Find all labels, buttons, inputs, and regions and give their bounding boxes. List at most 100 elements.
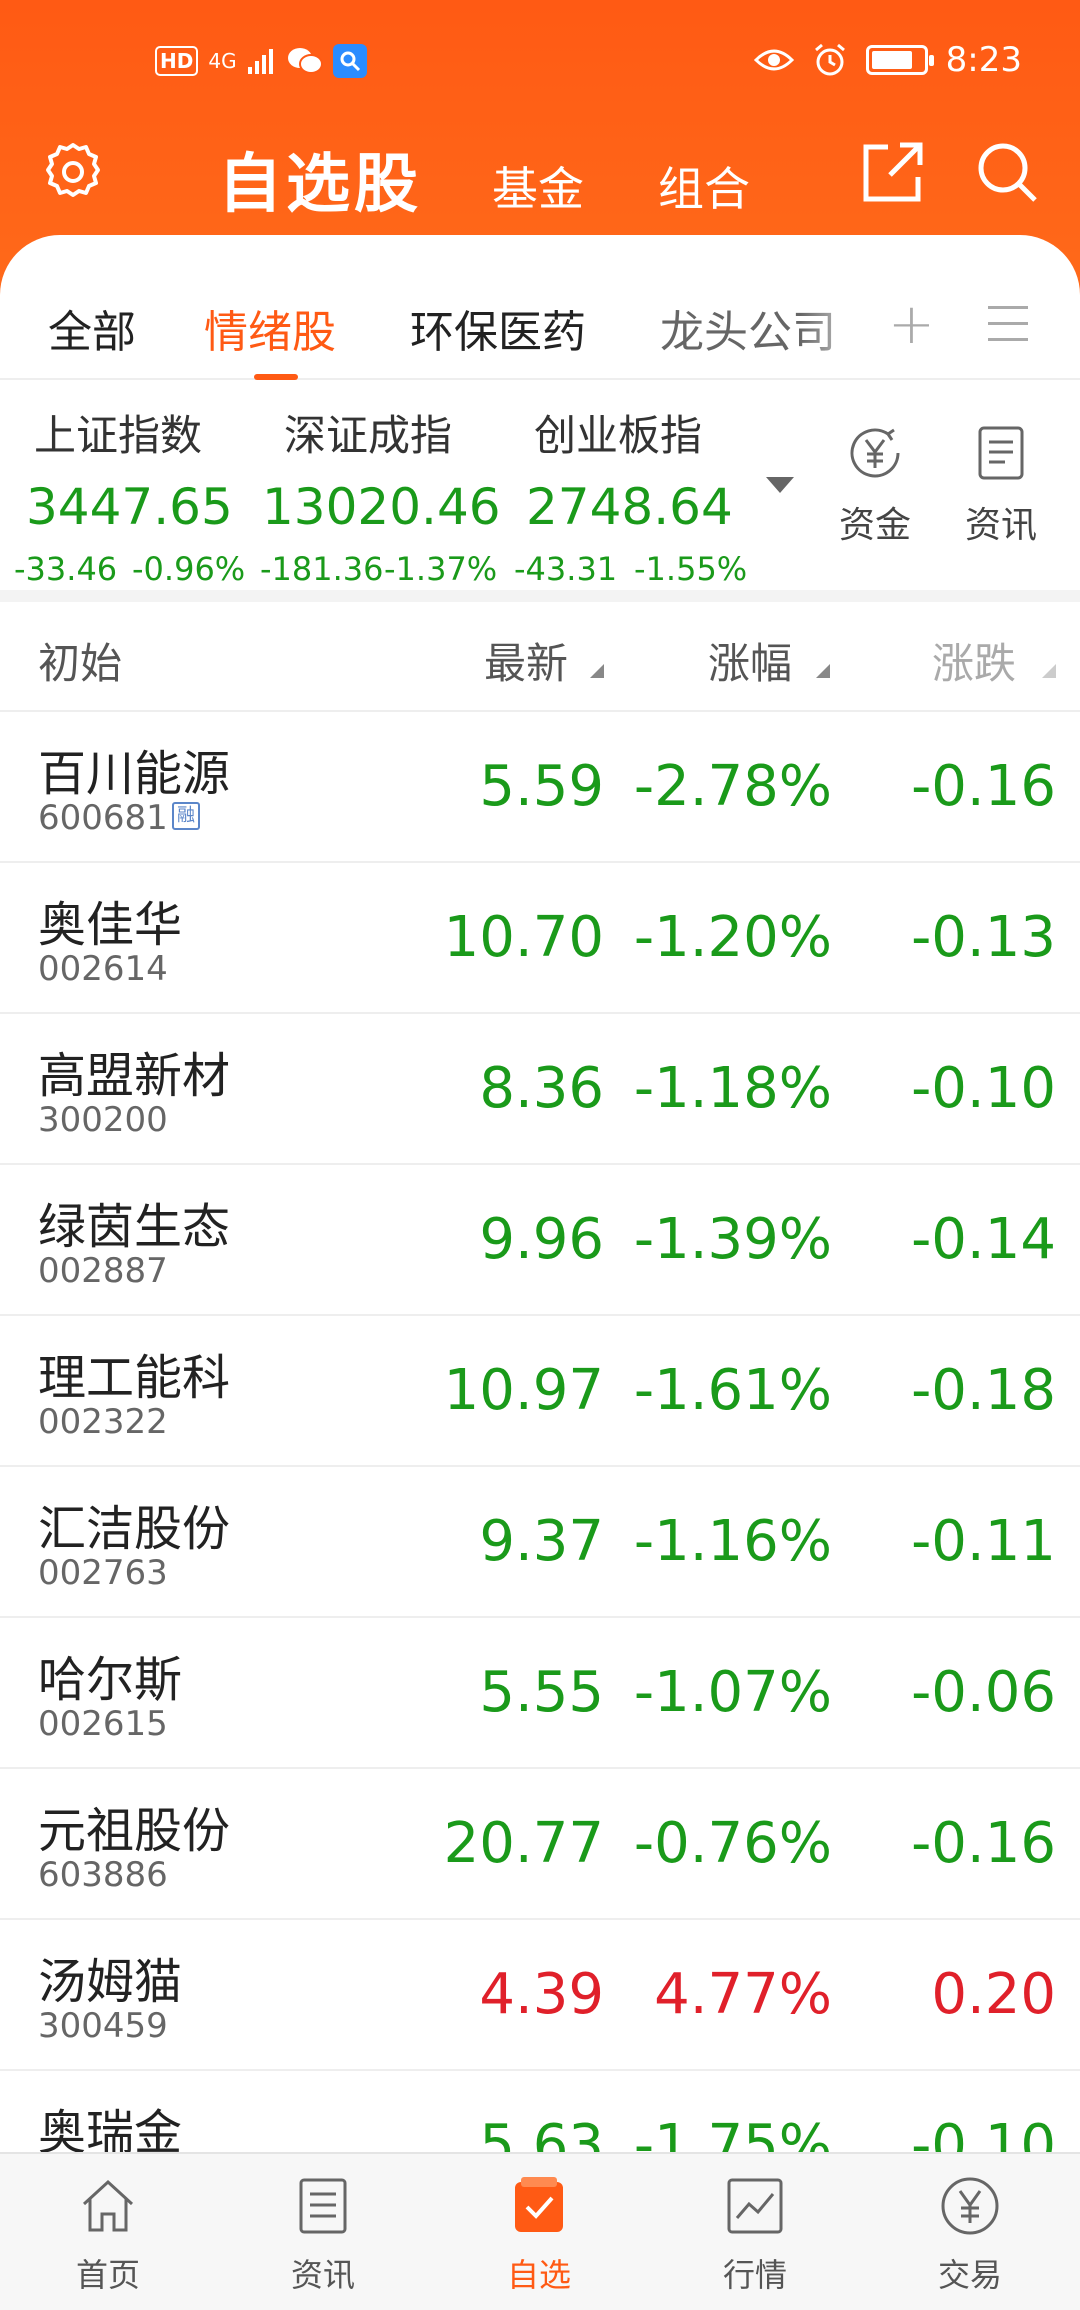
stock-name: 理工能科 <box>38 1350 231 1406</box>
funds-label: 资金 <box>838 505 911 546</box>
stock-change: -0.14 <box>911 1207 1056 1272</box>
stock-change-pct: -1.61% <box>633 1358 832 1423</box>
stock-price: 10.70 <box>443 905 604 970</box>
stock-row[interactable]: 汇洁股份 002763 9.37 -1.16% -0.11 <box>0 1467 1080 1618</box>
index-panel: 上证指数 3447.65 -33.46 -0.96% 深证成指 13020.46… <box>0 382 1080 592</box>
stock-name: 哈尔斯 <box>38 1652 183 1708</box>
share-icon[interactable] <box>858 137 928 207</box>
news-label: 资讯 <box>964 505 1037 546</box>
col-change[interactable]: 涨跌 <box>932 630 1016 691</box>
index-change: -181.36 <box>260 550 384 588</box>
settings-gear-icon[interactable] <box>40 139 106 205</box>
stock-row[interactable]: 汤姆猫 300459 4.39 4.77% 0.20 <box>0 1920 1080 2071</box>
stock-name: 高盟新材 <box>38 1048 231 1104</box>
nav-watchlist[interactable]: 自选 <box>479 2174 599 2296</box>
news-button[interactable]: 资讯 <box>956 422 1046 548</box>
document-icon <box>978 426 1024 480</box>
battery-icon <box>865 45 934 75</box>
funds-button[interactable]: 资金 <box>830 422 920 548</box>
hd-badge: HD <box>155 46 199 76</box>
col-change-pct[interactable]: 涨幅 <box>708 630 792 691</box>
stock-row[interactable]: 理工能科 002322 10.97 -1.61% -0.18 <box>0 1316 1080 1467</box>
status-left: HD 4G <box>155 44 367 78</box>
index-name: 上证指数 <box>34 411 203 460</box>
stock-change: -0.16 <box>911 1811 1056 1876</box>
index-value: 2748.64 <box>526 478 733 536</box>
stock-change: -0.06 <box>911 1660 1056 1725</box>
stock-row[interactable]: 哈尔斯 002615 5.55 -1.07% -0.06 <box>0 1618 1080 1769</box>
stock-price: 9.37 <box>479 1509 604 1574</box>
nav-label: 行情 <box>722 2256 787 2294</box>
stock-name: 奥佳华 <box>38 897 183 953</box>
nav-home[interactable]: 首页 <box>48 2174 168 2296</box>
status-bar: HD 4G 8:23 <box>0 0 1080 125</box>
stock-change: -0.18 <box>911 1358 1056 1423</box>
stock-price: 4.39 <box>479 1962 604 2027</box>
stock-change-pct: 4.77% <box>654 1962 832 2027</box>
tab-portfolio[interactable]: 组合 <box>658 153 750 219</box>
bottom-nav: 首页 资讯 自选 行情 交易 <box>0 2152 1080 2310</box>
stock-row[interactable]: 高盟新材 300200 8.36 -1.18% -0.10 <box>0 1014 1080 1165</box>
stock-change-pct: -1.07% <box>633 1660 832 1725</box>
index-change: -33.46 <box>14 550 118 588</box>
group-tab-all[interactable]: 全部 <box>48 296 136 360</box>
signal-icon <box>247 49 273 74</box>
stock-change: -0.10 <box>911 1056 1056 1121</box>
add-group-icon[interactable]: + <box>888 292 935 357</box>
index-name: 深证成指 <box>284 411 453 460</box>
page-title[interactable]: 自选股 <box>218 133 422 225</box>
stock-code: 002763 <box>38 1553 168 1593</box>
index-value: 3447.65 <box>26 478 233 536</box>
col-latest[interactable]: 最新 <box>484 630 568 691</box>
stock-change: 0.20 <box>931 1962 1056 2027</box>
stock-price: 9.96 <box>479 1207 604 1272</box>
stock-change: -0.11 <box>911 1509 1056 1574</box>
status-right: 8:23 <box>753 40 1022 80</box>
column-header: 初始 最新 涨幅 涨跌 <box>0 602 1080 712</box>
stock-code: 600681 <box>38 798 168 838</box>
nav-market[interactable]: 行情 <box>695 2174 815 2296</box>
top-nav: 自选股 基金 组合 <box>0 125 1080 235</box>
sort-indicator-icon <box>816 664 830 678</box>
stock-code: 002615 <box>38 1704 168 1744</box>
index-change: -43.31 <box>514 550 618 588</box>
group-tabs: 全部 情绪股 环保医药 龙头公司 + <box>0 270 1080 380</box>
col-name-sort[interactable]: 初始 <box>38 630 122 691</box>
news-icon <box>299 2178 347 2234</box>
expand-indices-icon[interactable] <box>766 477 794 493</box>
network-type: 4G <box>208 49 237 73</box>
group-tab-sentiment[interactable]: 情绪股 <box>204 296 336 360</box>
stock-name: 汇洁股份 <box>38 1501 231 1557</box>
stock-change-pct: -1.39% <box>633 1207 832 1272</box>
nav-label: 资讯 <box>290 2256 355 2294</box>
stock-change-pct: -1.20% <box>633 905 832 970</box>
sort-indicator-icon <box>590 664 604 678</box>
group-tab-env-pharma[interactable]: 环保医药 <box>410 296 586 360</box>
stock-code: 002887 <box>38 1251 168 1291</box>
nav-label: 首页 <box>75 2256 140 2294</box>
stock-list: 百川能源 600681 融 5.59 -2.78% -0.16 奥佳华 002614 10.70… <box>0 712 1080 2222</box>
index-pct: -1.37% <box>384 550 498 588</box>
margin-badge: 融 <box>172 802 200 830</box>
home-icon <box>82 2179 134 2232</box>
eye-comfort-icon <box>753 49 794 71</box>
stock-row[interactable]: 元祖股份 603886 20.77 -0.76% -0.16 <box>0 1769 1080 1920</box>
index-pct: -0.96% <box>132 550 246 588</box>
wechat-icon <box>287 48 323 74</box>
stock-name: 汤姆猫 <box>38 1954 183 2010</box>
stock-name: 百川能源 <box>38 746 231 802</box>
search-icon[interactable] <box>972 137 1042 207</box>
stock-row[interactable]: 绿茵生态 002887 9.96 -1.39% -0.14 <box>0 1165 1080 1316</box>
watchlist-icon <box>515 2177 563 2232</box>
tab-fund[interactable]: 基金 <box>492 153 584 219</box>
stock-row[interactable]: 百川能源 600681 融 5.59 -2.78% -0.16 <box>0 712 1080 863</box>
stock-row[interactable]: 奥佳华 002614 10.70 -1.20% -0.13 <box>0 863 1080 1014</box>
active-tab-indicator <box>254 374 298 380</box>
index-value: 13020.46 <box>262 478 501 536</box>
index-name: 创业板指 <box>534 411 703 460</box>
nav-news[interactable]: 资讯 <box>263 2174 383 2296</box>
yen-circle-icon <box>850 428 900 478</box>
menu-icon[interactable] <box>988 306 1028 342</box>
nav-trade[interactable]: 交易 <box>910 2174 1030 2296</box>
stock-price: 5.59 <box>479 754 604 819</box>
